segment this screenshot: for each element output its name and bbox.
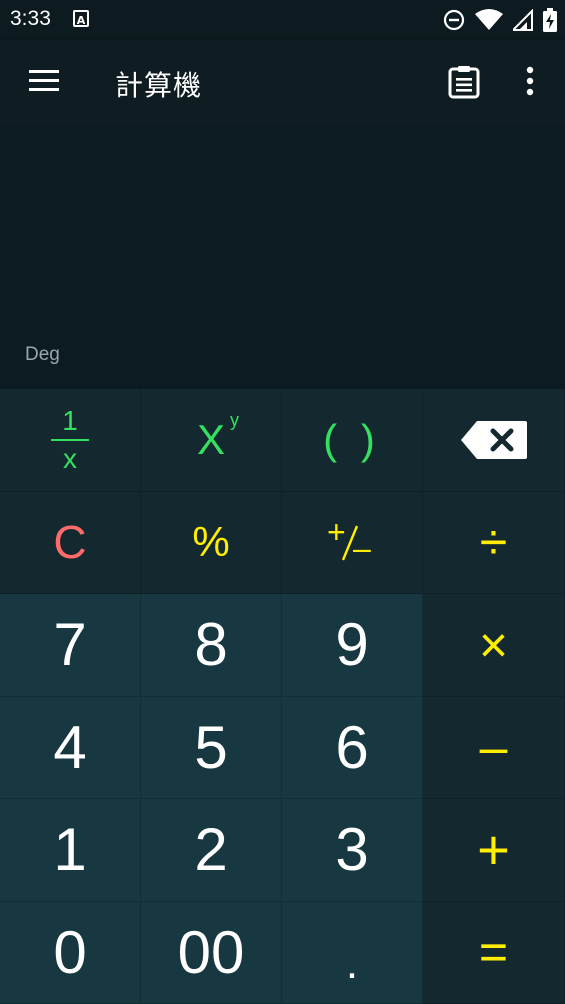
notification-a-icon: A xyxy=(73,10,89,27)
more-vert-icon[interactable] xyxy=(520,66,540,100)
reciprocal-label: 1 x xyxy=(51,404,89,474)
digit-6-label: 6 xyxy=(335,713,369,781)
plus-minus-minus: – xyxy=(353,530,371,567)
subtract-label: – xyxy=(479,719,508,776)
parentheses-label: ( ) xyxy=(323,415,381,463)
clear-button[interactable]: C xyxy=(0,491,141,594)
decimal-point-button[interactable]: . xyxy=(282,901,423,1004)
calculator-display: Deg xyxy=(0,125,565,389)
plus-minus-label: + – xyxy=(327,514,377,567)
digit-7-button[interactable]: 7 xyxy=(0,594,141,697)
digit-4-button[interactable]: 4 xyxy=(0,696,141,799)
status-time: 3:33 xyxy=(10,7,51,30)
digit-00-label: 00 xyxy=(177,918,245,986)
digit-0-label: 0 xyxy=(53,918,87,986)
digit-2-button[interactable]: 2 xyxy=(141,799,282,902)
equals-button[interactable]: = xyxy=(423,901,565,1004)
equals-label: = xyxy=(478,924,509,981)
digit-3-label: 3 xyxy=(335,816,369,884)
plus-minus-button[interactable]: + – xyxy=(282,491,423,594)
power-base: X xyxy=(196,415,225,463)
digit-9-button[interactable]: 9 xyxy=(282,594,423,697)
do-not-disturb-icon xyxy=(443,9,465,31)
reciprocal-button[interactable]: 1 x xyxy=(0,389,141,492)
divide-button[interactable]: ÷ xyxy=(423,491,565,594)
clipboard-icon[interactable] xyxy=(448,65,480,99)
digit-0-button[interactable]: 0 xyxy=(0,901,141,1004)
battery-charging-icon xyxy=(543,8,557,32)
digit-00-button[interactable]: 00 xyxy=(141,901,282,1004)
add-label: + xyxy=(477,818,510,882)
digit-9-label: 9 xyxy=(335,611,369,679)
digit-2-label: 2 xyxy=(194,816,228,884)
keypad: 1 x Xy ( ) C % + – ÷ 7 8 9 × 4 5 6 – 1 2… xyxy=(0,389,565,1004)
digit-8-button[interactable]: 8 xyxy=(141,594,282,697)
power-label: Xy xyxy=(196,410,239,464)
reciprocal-denominator: x xyxy=(63,442,77,474)
multiply-label: × xyxy=(478,616,509,673)
divide-label: ÷ xyxy=(479,514,508,571)
multiply-button[interactable]: × xyxy=(423,594,565,697)
decimal-point-label: . xyxy=(345,939,359,989)
menu-icon[interactable] xyxy=(29,70,59,94)
power-exponent: y xyxy=(230,409,239,430)
app-bar: 計算機 xyxy=(0,40,565,125)
digit-1-button[interactable]: 1 xyxy=(0,799,141,902)
digit-4-label: 4 xyxy=(53,713,87,781)
status-icons xyxy=(443,6,557,34)
status-bar: 3:33 A xyxy=(0,0,565,40)
subtract-button[interactable]: – xyxy=(423,696,565,799)
backspace-icon xyxy=(460,420,527,459)
percent-button[interactable]: % xyxy=(141,491,282,594)
parentheses-button[interactable]: ( ) xyxy=(282,389,423,492)
wifi-icon xyxy=(475,9,503,30)
digit-5-label: 5 xyxy=(194,713,228,781)
percent-label: % xyxy=(192,518,230,566)
digit-8-label: 8 xyxy=(194,611,228,679)
page-title: 計算機 xyxy=(115,69,203,102)
digit-3-button[interactable]: 3 xyxy=(282,799,423,902)
digit-7-label: 7 xyxy=(53,611,87,679)
angle-mode-label[interactable]: Deg xyxy=(25,344,60,366)
digit-5-button[interactable]: 5 xyxy=(141,696,282,799)
reciprocal-numerator: 1 xyxy=(62,404,78,436)
digit-6-button[interactable]: 6 xyxy=(282,696,423,799)
digit-1-label: 1 xyxy=(53,816,87,884)
clear-label: C xyxy=(53,516,87,569)
backspace-button[interactable] xyxy=(423,389,565,492)
add-button[interactable]: + xyxy=(423,799,565,902)
power-button[interactable]: Xy xyxy=(141,389,282,492)
signal-icon xyxy=(513,9,533,31)
